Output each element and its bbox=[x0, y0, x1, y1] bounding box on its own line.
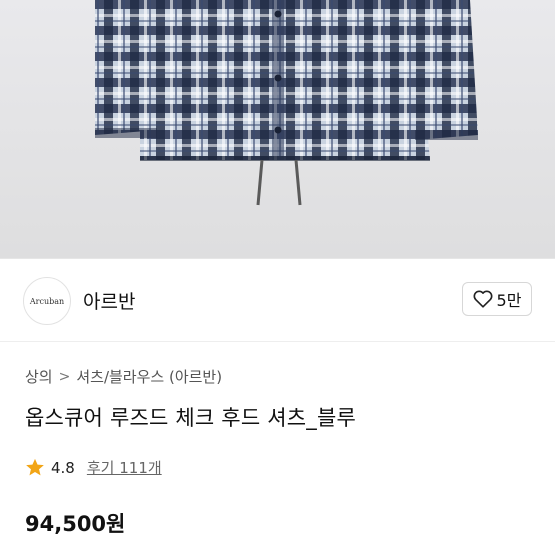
brand-logo-text: Arcuban bbox=[29, 296, 65, 306]
brand-row[interactable]: Arcuban 아르반 5만 bbox=[0, 259, 555, 342]
brand-logo[interactable]: Arcuban bbox=[23, 277, 71, 325]
plaid-shirt-illustration bbox=[95, 0, 478, 206]
heart-icon bbox=[473, 290, 493, 308]
breadcrumb-subcategory[interactable]: 셔츠/블라우스 (아르반) bbox=[76, 366, 222, 387]
product-title: 옵스큐어 루즈드 체크 후드 셔츠_블루 bbox=[25, 406, 356, 430]
rating-row: 4.8 후기 111개 bbox=[25, 457, 162, 478]
brand-name[interactable]: 아르반 bbox=[83, 287, 135, 314]
breadcrumb-category[interactable]: 상의 bbox=[25, 366, 53, 387]
like-count: 5만 bbox=[496, 291, 522, 310]
star-icon bbox=[26, 458, 44, 476]
product-image[interactable] bbox=[0, 0, 555, 258]
breadcrumb: 상의 > 셔츠/블라우스 (아르반) bbox=[25, 366, 222, 387]
like-button[interactable]: 5만 bbox=[462, 282, 532, 316]
product-price: 94,500원 bbox=[25, 512, 126, 536]
reviews-link[interactable]: 후기 111개 bbox=[87, 457, 162, 478]
rating-value: 4.8 bbox=[51, 458, 75, 477]
breadcrumb-separator: > bbox=[58, 368, 71, 385]
